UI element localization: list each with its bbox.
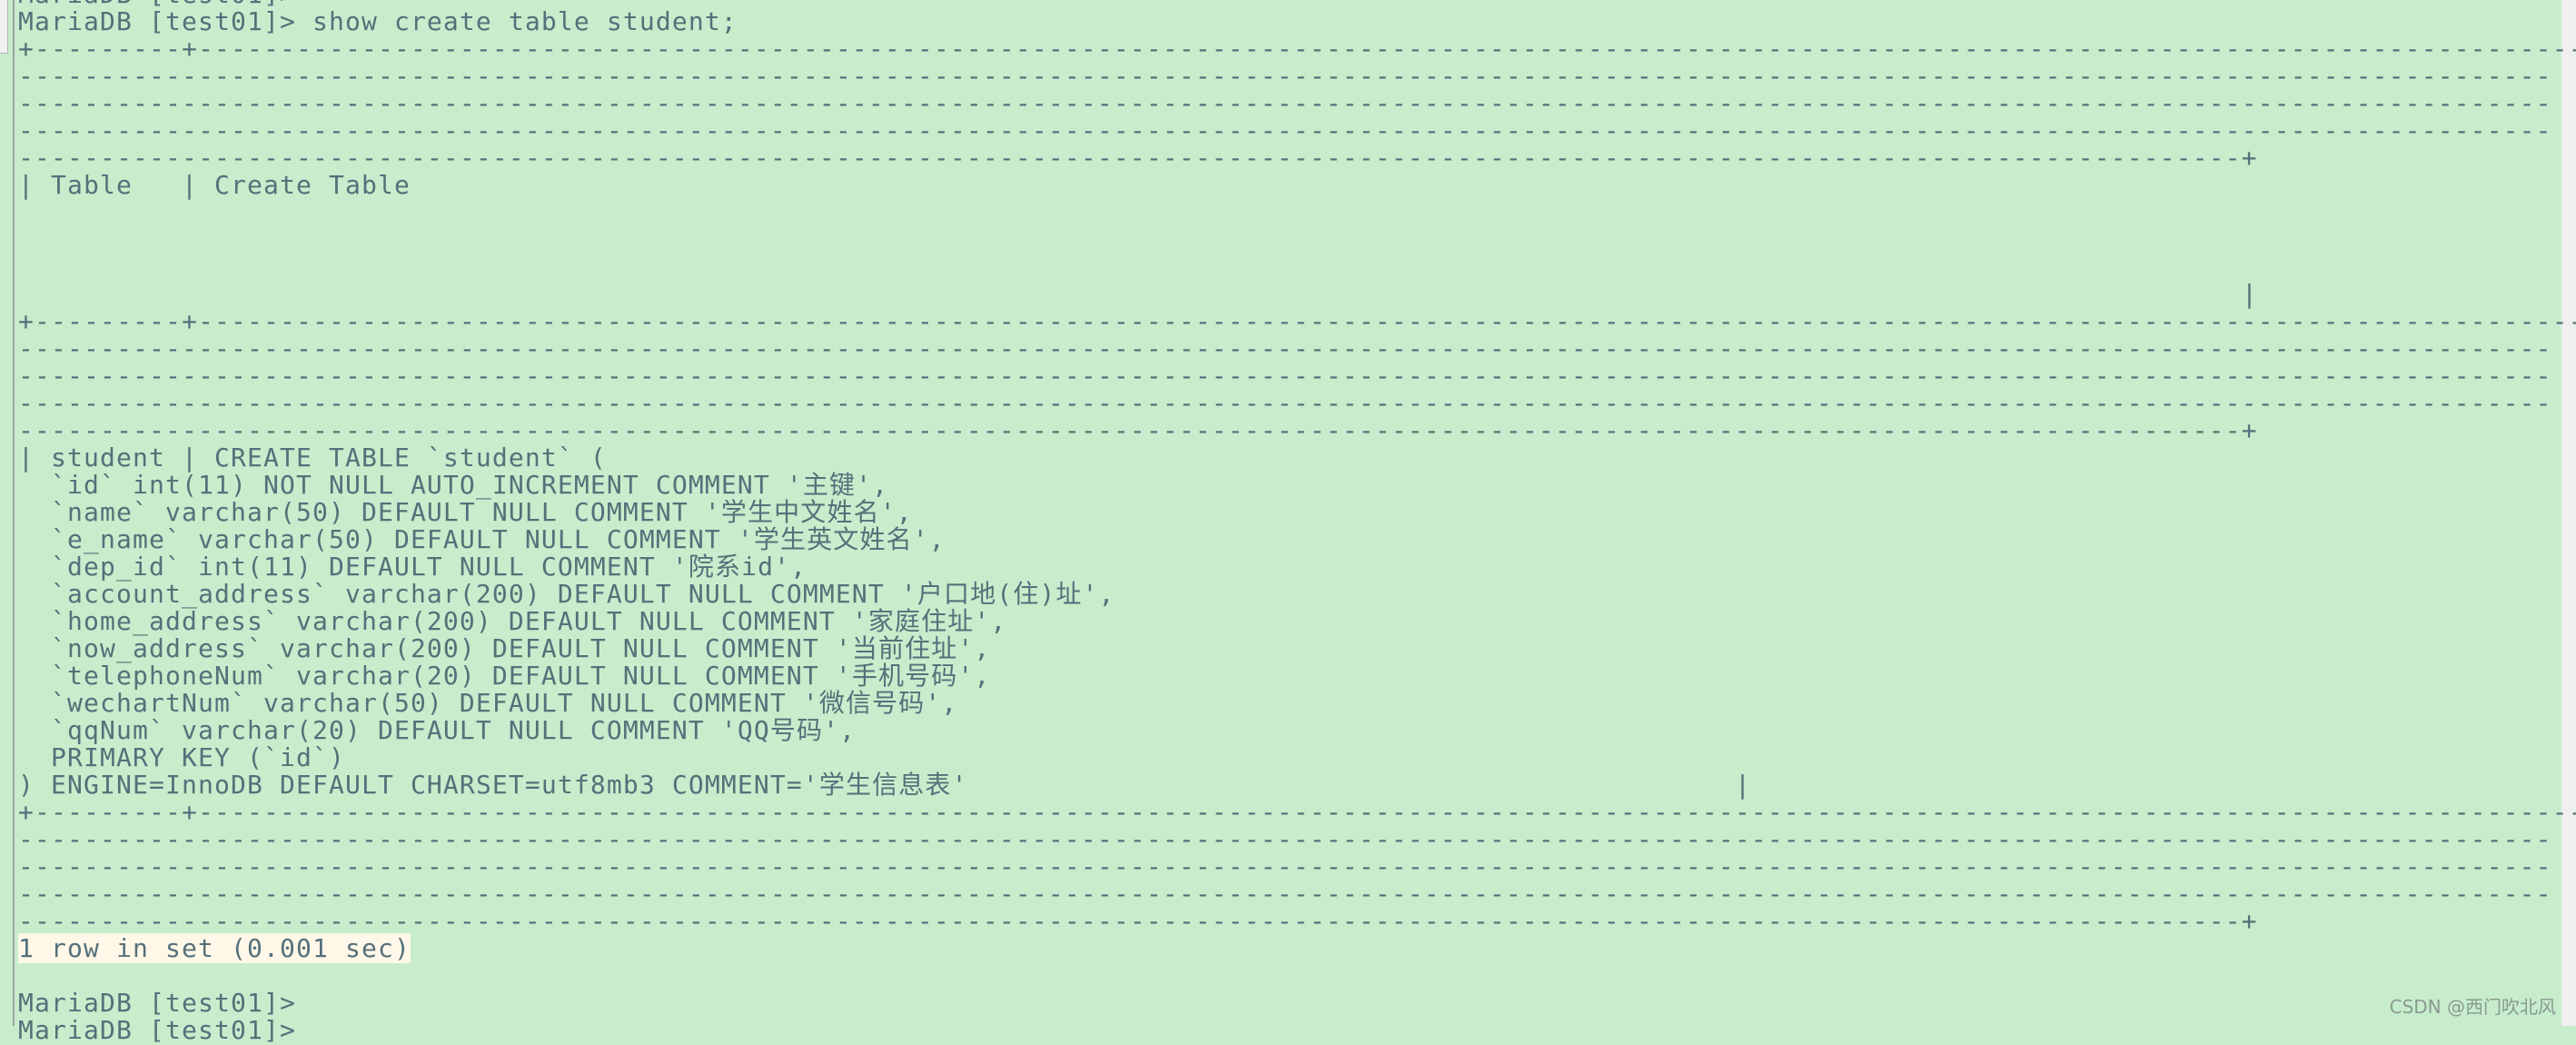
- table-border: ----------------------------------------…: [18, 90, 2552, 117]
- table-border: ----------------------------------------…: [18, 117, 2552, 144]
- table-row-line-text: `e_name` varchar(50) DEFAULT NULL COMMEN…: [18, 524, 946, 554]
- table-border-text: ----------------------------------------…: [18, 415, 2258, 445]
- prompt-line-text: MariaDB [test01]>: [18, 988, 296, 1018]
- table-row-line-text: `name` varchar(50) DEFAULT NULL COMMENT …: [18, 497, 913, 527]
- prompt-line-text: MariaDB [test01]>: [18, 1015, 296, 1045]
- command-line: MariaDB [test01]> show create table stud…: [18, 8, 738, 35]
- table-row-line: `e_name` varchar(50) DEFAULT NULL COMMEN…: [18, 526, 946, 553]
- table-row-line: `qqNum` varchar(20) DEFAULT NULL COMMENT…: [18, 717, 856, 744]
- table-row-line: `name` varchar(50) DEFAULT NULL COMMENT …: [18, 499, 913, 526]
- table-border-text: +---------+-----------------------------…: [18, 797, 2576, 827]
- table-row-line-text: `now_address` varchar(200) DEFAULT NULL …: [18, 633, 991, 663]
- table-row-line: `dep_id` int(11) DEFAULT NULL COMMENT '院…: [18, 553, 807, 581]
- window-right-edge: [2561, 0, 2576, 1026]
- table-row-line: `home_address` varchar(200) DEFAULT NULL…: [18, 608, 1006, 635]
- table-border-text: ----------------------------------------…: [18, 115, 2552, 145]
- window-left-edge: [0, 0, 15, 1026]
- table-row-line: `account_address` varchar(200) DEFAULT N…: [18, 581, 1115, 608]
- table-border-text: ----------------------------------------…: [18, 851, 2552, 881]
- table-row-line-text: `dep_id` int(11) DEFAULT NULL COMMENT '院…: [18, 552, 807, 582]
- result-summary: 1 row in set (0.001 sec): [18, 933, 411, 963]
- table-row-line-text: | student | CREATE TABLE `student` (: [18, 443, 607, 473]
- table-border: ----------------------------------------…: [18, 853, 2552, 881]
- prompt-line: MariaDB [test01]>: [18, 990, 296, 1017]
- terminal-output[interactable]: MariaDB [test01]> MariaDB [test01]> show …: [18, 0, 2576, 1044]
- table-row-line: PRIMARY KEY (`id`): [18, 744, 345, 771]
- table-border: +---------+-----------------------------…: [18, 35, 2576, 63]
- table-row-line-text: `qqNum` varchar(20) DEFAULT NULL COMMENT…: [18, 715, 857, 745]
- table-border-text: ----------------------------------------…: [18, 61, 2552, 91]
- table-border-text: ----------------------------------------…: [18, 906, 2258, 936]
- table-border-text: ----------------------------------------…: [18, 879, 2552, 909]
- command-line-text: MariaDB [test01]> show create table stud…: [18, 6, 738, 36]
- window-corner-panel: [0, 0, 8, 54]
- table-border-text: ----------------------------------------…: [18, 824, 2552, 854]
- watermark: CSDN @西门吹北风: [2389, 996, 2556, 1018]
- table-border: ----------------------------------------…: [18, 417, 2258, 444]
- table-row-line: `id` int(11) NOT NULL AUTO_INCREMENT COM…: [18, 472, 888, 499]
- table-row-line-text: `id` int(11) NOT NULL AUTO_INCREMENT COM…: [18, 470, 889, 500]
- table-border-pipe: |: [2242, 279, 2258, 309]
- table-border: ----------------------------------------…: [18, 63, 2552, 90]
- table-row-line: `wechartNum` varchar(50) DEFAULT NULL CO…: [18, 690, 957, 717]
- table-row-line-text: ) ENGINE=InnoDB DEFAULT CHARSET=utf8mb3 …: [18, 770, 968, 800]
- table-row-line: | student | CREATE TABLE `student` (: [18, 444, 607, 472]
- table-border: ----------------------------------------…: [18, 335, 2552, 363]
- table-border: ----------------------------------------…: [18, 826, 2552, 853]
- table-row-line-text: `telephoneNum` varchar(20) DEFAULT NULL …: [18, 661, 991, 691]
- table-row-line: `now_address` varchar(200) DEFAULT NULL …: [18, 635, 990, 662]
- table-border-text: +---------+-----------------------------…: [18, 306, 2576, 336]
- table-border: ----------------------------------------…: [18, 390, 2552, 417]
- result-summary-text: 1 row in set (0.001 sec): [18, 933, 411, 963]
- table-border-text: ----------------------------------------…: [18, 361, 2552, 391]
- table-border-text: ----------------------------------------…: [18, 333, 2552, 363]
- table-row-line-text: PRIMARY KEY (`id`): [18, 742, 345, 772]
- table-border-text: +---------+-----------------------------…: [18, 34, 2576, 64]
- table-border: ----------------------------------------…: [18, 144, 2258, 172]
- table-row-line-text: `home_address` varchar(200) DEFAULT NULL…: [18, 606, 1007, 636]
- table-row-line: ) ENGINE=InnoDB DEFAULT CHARSET=utf8mb3 …: [18, 770, 1750, 800]
- table-row-line-text: `account_address` varchar(200) DEFAULT N…: [18, 579, 1115, 609]
- table-border: +---------+-----------------------------…: [18, 308, 2576, 335]
- table-border: ----------------------------------------…: [18, 881, 2552, 908]
- table-row-line-text: `wechartNum` varchar(50) DEFAULT NULL CO…: [18, 688, 958, 718]
- table-header: | Table | Create Table: [18, 172, 411, 199]
- table-border-pipe: |: [1735, 770, 1751, 800]
- table-border: +---------+-----------------------------…: [18, 799, 2576, 826]
- table-border-text: ----------------------------------------…: [18, 388, 2552, 418]
- table-border-text: ----------------------------------------…: [18, 143, 2258, 173]
- table-row-line: `telephoneNum` varchar(20) DEFAULT NULL …: [18, 662, 990, 690]
- table-border: ----------------------------------------…: [18, 363, 2552, 390]
- prompt-line: MariaDB [test01]>: [18, 1017, 296, 1044]
- table-border: ----------------------------------------…: [18, 908, 2258, 935]
- table-border-text: ----------------------------------------…: [18, 88, 2552, 118]
- table-header-text: | Table | Create Table: [18, 170, 411, 200]
